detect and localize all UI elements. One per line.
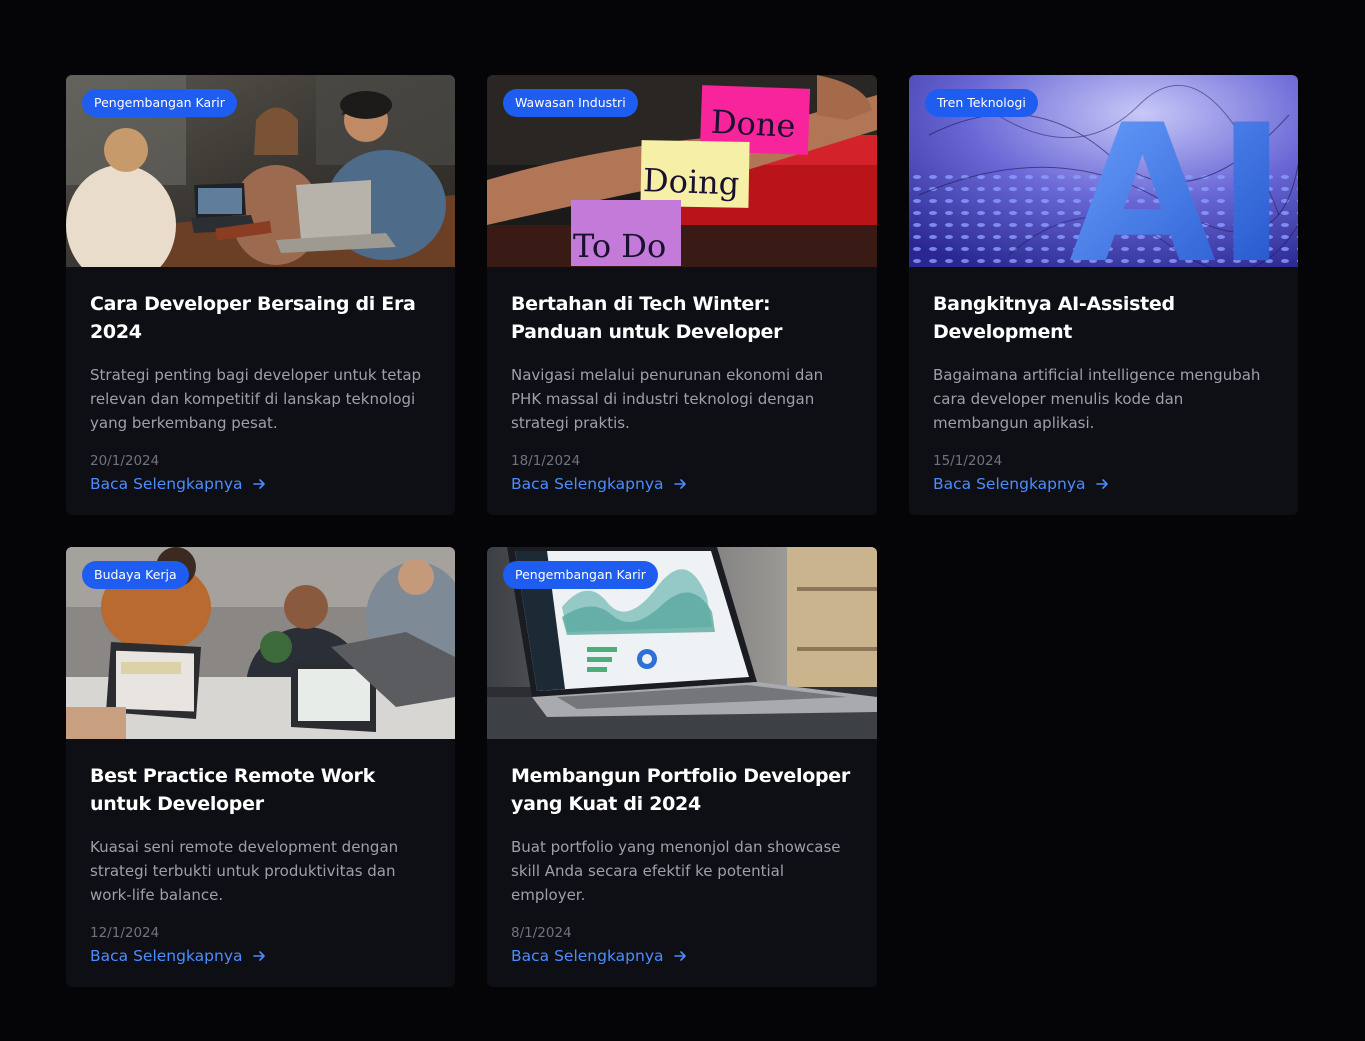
read-more-link[interactable]: Baca Selengkapnya xyxy=(511,473,687,495)
read-more-label: Baca Selengkapnya xyxy=(90,475,243,493)
post-date: 20/1/2024 xyxy=(90,453,160,469)
post-date: 15/1/2024 xyxy=(933,453,1003,469)
read-more-link[interactable]: Baca Selengkapnya xyxy=(90,473,266,495)
read-more-link[interactable]: Baca Selengkapnya xyxy=(511,945,687,967)
arrow-right-icon xyxy=(1095,479,1108,489)
post-thumbnail[interactable]: Pengembangan Karir xyxy=(66,75,455,267)
post-excerpt: Navigasi melalui penurunan ekonomi dan P… xyxy=(511,366,824,432)
arrow-right-icon xyxy=(252,479,265,489)
arrow-right-icon xyxy=(673,951,686,961)
post-thumbnail[interactable]: Budaya Kerja xyxy=(66,547,455,739)
post-excerpt: Strategi penting bagi developer untuk te… xyxy=(90,366,422,432)
post-title[interactable]: Bangkitnya AI-Assisted Development xyxy=(933,290,1274,346)
read-more-label: Baca Selengkapnya xyxy=(90,947,243,965)
post-card[interactable]: Done Doing To Do Wawasan Industri Bertah… xyxy=(487,75,877,515)
post-title[interactable]: Bertahan di Tech Winter: Panduan untuk D… xyxy=(511,290,853,346)
post-thumbnail[interactable]: Pengembangan Karir xyxy=(487,547,877,739)
sticky-note-todo: To Do xyxy=(573,227,666,265)
ai-letters: AI xyxy=(1069,84,1287,267)
sticky-note-doing: Doing xyxy=(642,161,740,202)
post-date: 12/1/2024 xyxy=(90,925,160,941)
post-date: 18/1/2024 xyxy=(511,453,581,469)
post-card[interactable]: Pengembangan Karir Membangun Portfolio D… xyxy=(487,547,877,987)
arrow-right-icon xyxy=(252,951,265,961)
category-badge[interactable]: Tren Teknologi xyxy=(925,89,1038,117)
category-badge[interactable]: Pengembangan Karir xyxy=(82,89,237,117)
read-more-link[interactable]: Baca Selengkapnya xyxy=(933,473,1109,495)
read-more-label: Baca Selengkapnya xyxy=(511,475,664,493)
post-date: 8/1/2024 xyxy=(511,925,572,941)
read-more-label: Baca Selengkapnya xyxy=(511,947,664,965)
post-excerpt: Kuasai seni remote development dengan st… xyxy=(90,838,399,904)
post-card[interactable]: Pengembangan Karir Cara Developer Bersai… xyxy=(66,75,455,515)
post-card[interactable]: AI Tren Teknologi Bangkitnya AI-Assisted… xyxy=(909,75,1298,515)
read-more-link[interactable]: Baca Selengkapnya xyxy=(90,945,266,967)
post-title[interactable]: Cara Developer Bersaing di Era 2024 xyxy=(90,290,431,346)
post-title[interactable]: Best Practice Remote Work untuk Develope… xyxy=(90,762,431,818)
category-badge[interactable]: Pengembangan Karir xyxy=(503,561,658,589)
post-excerpt: Bagaimana artificial intelligence mengub… xyxy=(933,366,1261,432)
post-excerpt: Buat portfolio yang menonjol dan showcas… xyxy=(511,838,841,904)
sticky-note-done: Done xyxy=(710,103,796,145)
category-badge[interactable]: Wawasan Industri xyxy=(503,89,638,117)
post-title[interactable]: Membangun Portfolio Developer yang Kuat … xyxy=(511,762,853,818)
post-card[interactable]: Budaya Kerja Best Practice Remote Work u… xyxy=(66,547,455,987)
blog-post-grid: Pengembangan Karir Cara Developer Bersai… xyxy=(66,75,1298,987)
arrow-right-icon xyxy=(673,479,686,489)
read-more-label: Baca Selengkapnya xyxy=(933,475,1086,493)
post-thumbnail[interactable]: AI Tren Teknologi xyxy=(909,75,1298,267)
post-thumbnail[interactable]: Done Doing To Do Wawasan Industri xyxy=(487,75,877,267)
category-badge[interactable]: Budaya Kerja xyxy=(82,561,189,589)
